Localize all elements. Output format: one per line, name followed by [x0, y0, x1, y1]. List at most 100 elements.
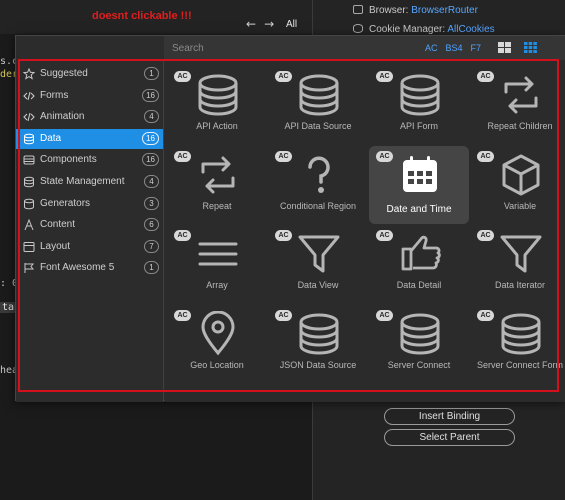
sidebar-item-label: State Management: [40, 176, 125, 187]
cube-icon: [500, 152, 542, 198]
component-tile-data-view[interactable]: AC Data View: [268, 225, 368, 303]
component-tile-conditional-region[interactable]: AC Conditional Region: [268, 146, 368, 224]
count-badge: 16: [142, 131, 159, 145]
sidebar-item-generators[interactable]: Generators 3: [16, 194, 163, 214]
flag-icon: [23, 262, 35, 274]
component-label: API Form: [399, 121, 438, 131]
component-label: Data Iterator: [494, 280, 546, 290]
component-tile-repeat[interactable]: AC Repeat: [167, 146, 267, 224]
sidebar-item-components[interactable]: Components 16: [16, 150, 163, 170]
count-badge: 1: [144, 261, 159, 275]
count-badge: 4: [144, 110, 159, 124]
sidebar-item-data[interactable]: Data 16: [16, 128, 163, 149]
star-icon: [23, 68, 35, 80]
count-badge: 6: [144, 218, 159, 232]
component-tile-server-connect-form[interactable]: AC Server Connect Form: [470, 305, 565, 383]
ac-badge: AC: [376, 71, 393, 82]
sidebar-item-label: Font Awesome 5: [40, 262, 115, 274]
component-label: API Data Source: [284, 121, 352, 131]
component-tile-repeat-children[interactable]: AC Repeat Children: [470, 66, 565, 144]
text-icon: [23, 219, 35, 231]
component-label: Server Connect Form: [476, 359, 564, 370]
component-label: Server Connect: [387, 359, 451, 370]
filter-icon: [500, 231, 542, 277]
small-grid-view-icon[interactable]: [524, 42, 537, 53]
component-grid: AC API Action AC API Data Source AC API Form A…: [165, 60, 565, 402]
component-tile-geo-location[interactable]: AC Geo Location: [167, 305, 267, 383]
bars-icon: [197, 231, 239, 277]
ac-badge: AC: [275, 309, 292, 321]
filter-ac[interactable]: AC: [425, 43, 438, 53]
database-icon: [23, 133, 35, 145]
ac-badge: AC: [477, 71, 494, 82]
component-label: Repeat: [202, 200, 232, 211]
calendar-icon: [399, 152, 441, 198]
scope-selector[interactable]: All: [286, 19, 297, 30]
sidebar-item-font-awesome-5[interactable]: Font Awesome 5 1: [16, 258, 163, 278]
component-label: Conditional Region: [279, 200, 357, 211]
filter-f7[interactable]: F7: [471, 43, 482, 53]
database-icon: [298, 72, 340, 118]
app-row-label: Cookie Manager:: [369, 24, 448, 35]
sidebar-item-label: Components: [40, 154, 97, 166]
large-grid-view-icon[interactable]: [498, 42, 511, 53]
app-row-browser[interactable]: Browser: BrowserRouter: [353, 5, 478, 16]
component-label: Date and Time: [386, 203, 452, 215]
component-tile-date-and-time[interactable]: AC Date and Time: [369, 145, 469, 224]
insert-binding-button[interactable]: Insert Binding: [384, 408, 515, 425]
component-tile-variable[interactable]: AC Variable: [470, 146, 565, 224]
component-label: Variable: [503, 200, 537, 211]
sidebar-item-state-management[interactable]: State Management 4: [16, 172, 163, 192]
sidebar-item-label: Generators: [40, 197, 91, 209]
database-icon: [399, 311, 441, 357]
filter-bs4[interactable]: BS4: [446, 43, 463, 53]
component-label: Data Detail: [396, 280, 442, 290]
sidebar-item-animation[interactable]: Animation 4: [16, 107, 163, 127]
component-tile-array[interactable]: AC Array: [167, 225, 267, 303]
category-sidebar: Suggested 1 Forms 16 Animation 4 Data 16 Compone…: [16, 60, 164, 402]
ac-badge: AC: [477, 309, 494, 321]
component-label: Geo Location: [190, 359, 244, 370]
search-input[interactable]: [172, 41, 412, 56]
back-arrow-icon[interactable]: ←: [246, 17, 256, 31]
component-picker: ACBS4F7 Suggested1Forms16Animation4Data1…: [15, 35, 565, 402]
component-tile-server-connect[interactable]: AC Server Connect: [369, 305, 469, 383]
sidebar-item-label: Layout: [40, 240, 71, 252]
browser-icon: [353, 5, 363, 14]
repeat-icon: [197, 152, 239, 198]
database-icon: [298, 311, 340, 357]
picker-header: AC BS4 F7: [164, 36, 565, 72]
code-icon: [23, 111, 35, 123]
code-icon: [23, 90, 35, 102]
component-tile-api-action[interactable]: AC API Action: [167, 66, 267, 144]
app-row-value: AllCookies: [447, 24, 495, 35]
app-row-value: BrowserRouter: [411, 5, 478, 16]
component-tile-data-detail[interactable]: AC Data Detail: [369, 225, 469, 303]
database-icon: [353, 24, 363, 33]
database-icon: [23, 176, 35, 188]
app-row-cookie-manager[interactable]: Cookie Manager: AllCookies: [353, 24, 495, 35]
sidebar-item-suggested[interactable]: Suggested 1: [16, 64, 163, 84]
sidebar-item-label: Animation: [40, 111, 85, 123]
ac-badge: AC: [477, 230, 494, 241]
component-tile-api-data-source[interactable]: AC API Data Source: [268, 66, 368, 144]
sidebar-item-label: Data: [40, 132, 62, 144]
sidebar-item-label: Suggested: [40, 68, 88, 79]
component-tile-json-data-source[interactable]: AC JSON Data Source: [268, 305, 368, 383]
component-tile-api-form[interactable]: AC API Form: [369, 66, 469, 144]
ac-badge: AC: [376, 150, 393, 162]
sidebar-item-layout[interactable]: Layout 7: [16, 237, 163, 257]
select-parent-button[interactable]: Select Parent: [384, 429, 515, 446]
framework-filters: AC BS4 F7: [425, 43, 489, 53]
forward-arrow-icon[interactable]: →: [264, 17, 274, 31]
sidebar-item-content[interactable]: Content 6: [16, 215, 163, 235]
navigation-arrows: ← →: [246, 17, 282, 31]
component-tile-data-iterator[interactable]: AC Data Iterator: [470, 225, 565, 303]
count-badge: 16: [142, 153, 159, 167]
map-marker-icon: [197, 310, 239, 357]
component-label: JSON Data Source: [279, 359, 357, 370]
ac-badge: AC: [174, 309, 191, 321]
database-icon: [399, 72, 441, 118]
layout-icon: [23, 241, 35, 253]
sidebar-item-forms[interactable]: Forms 16: [16, 86, 163, 106]
